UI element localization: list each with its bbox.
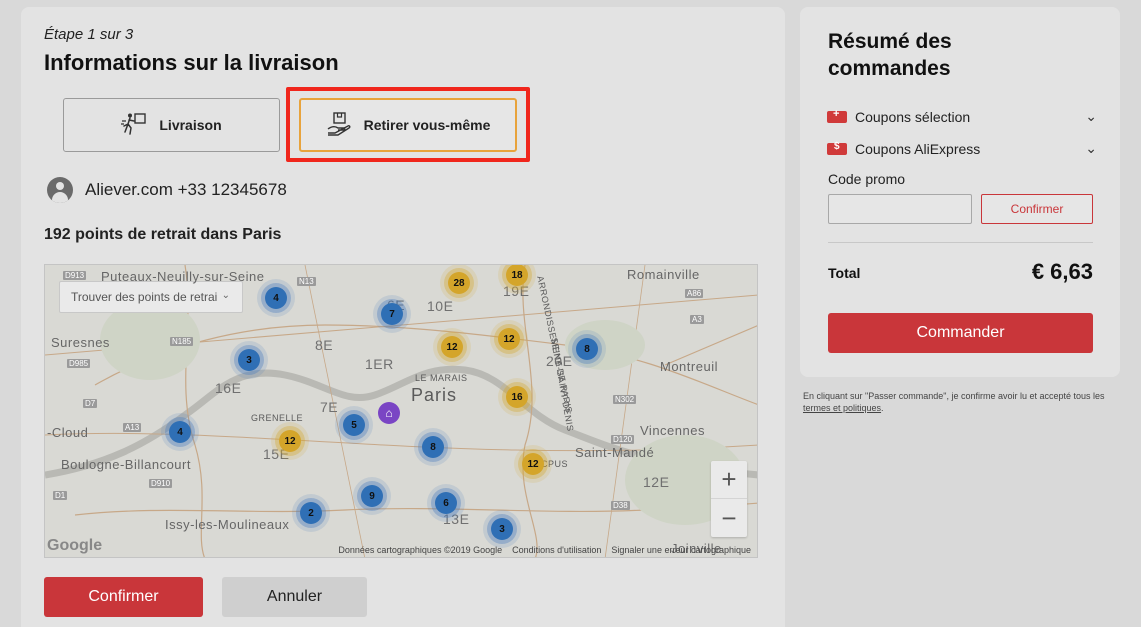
coupon-selection-label: Coupons sélection <box>855 108 971 125</box>
road-badge-a13: A13 <box>123 423 142 432</box>
map-cluster-marker[interactable]: 4 <box>169 421 191 443</box>
map-cluster-marker[interactable]: 7 <box>381 303 403 325</box>
road-badge-d910: D910 <box>149 479 173 488</box>
road-badge-d120: D120 <box>611 435 635 444</box>
coupon-aliexpress-row[interactable]: Coupons AliExpress ⌄ <box>827 140 1097 157</box>
road-badge-n302: N302 <box>613 395 637 404</box>
total-label: Total <box>828 265 861 281</box>
chevron-down-icon: ⌄ <box>1085 108 1097 124</box>
map-label-arr-10: 10E <box>427 298 454 314</box>
summary-title: Résumé des commandes <box>828 30 952 80</box>
map-cluster-marker[interactable]: 12 <box>279 430 301 452</box>
pickup-map[interactable]: Trouver des points de retrai ⌄ Puteaux-N… <box>44 264 758 558</box>
google-logo: Google <box>47 537 103 554</box>
map-cluster-marker[interactable]: 2 <box>300 502 322 524</box>
map-cluster-marker[interactable]: 8 <box>576 338 598 360</box>
map-terms-link[interactable]: Conditions d'utilisation <box>512 545 601 555</box>
pickup-option[interactable]: Retirer vous-même <box>299 98 517 152</box>
summary-divider <box>828 242 1093 243</box>
coupon-selection-row[interactable]: Coupons sélection ⌄ <box>827 108 1097 125</box>
map-search-input[interactable]: Trouver des points de retrai ⌄ <box>59 281 243 313</box>
road-badge-a3: A3 <box>690 315 704 324</box>
map-cluster-marker[interactable]: 4 <box>265 287 287 309</box>
contact-text: Aliever.com +33 12345678 <box>85 180 287 199</box>
map-cluster-marker[interactable]: 12 <box>522 453 544 475</box>
pickup-option-label: Retirer vous-même <box>363 117 491 133</box>
home-location-icon[interactable]: ⌂ <box>378 402 400 424</box>
map-cluster-marker[interactable]: 12 <box>441 336 463 358</box>
pickup-package-icon <box>326 111 352 140</box>
confirm-button[interactable]: Confirmer <box>44 577 203 617</box>
zoom-out-button[interactable]: − <box>711 499 747 537</box>
map-report-link[interactable]: Signaler une erreur cartographique <box>611 545 751 555</box>
total-value: € 6,63 <box>1031 259 1093 284</box>
chevron-down-icon: ⌄ <box>1085 140 1097 156</box>
map-label-vincennes: Vincennes <box>640 423 705 438</box>
map-label-saint-mande: Saint-Mandé <box>575 445 655 460</box>
map-zoom-controls: + − <box>711 461 747 537</box>
map-label-issy: Issy-les-Moulineaux <box>165 517 290 532</box>
delivery-option-label: Livraison <box>159 117 222 133</box>
map-label-arr-1: 1ER <box>365 356 394 372</box>
map-cluster-marker[interactable]: 5 <box>343 414 365 436</box>
map-label-montreuil: Montreuil <box>660 359 718 374</box>
map-label-arr-7: 7E <box>320 399 339 415</box>
road-badge-n13: N13 <box>297 277 316 286</box>
promo-confirm-button[interactable]: Confirmer <box>981 194 1093 224</box>
map-cluster-marker[interactable]: 6 <box>435 492 457 514</box>
map-cluster-marker[interactable]: 3 <box>491 518 513 540</box>
map-cluster-marker[interactable]: 18 <box>506 265 528 286</box>
map-label-paris: Paris <box>411 385 458 405</box>
map-label-puteaux: Puteaux-Neuilly-sur-Seine <box>101 269 265 284</box>
map-cluster-marker[interactable]: 28 <box>448 272 470 294</box>
delivery-option[interactable]: Livraison <box>63 98 280 152</box>
map-label-grenelle: GRENELLE <box>251 413 304 423</box>
road-badge-d7: D7 <box>83 399 98 408</box>
road-badge-d1: D1 <box>53 491 68 500</box>
map-label-le-marais: LE MARAIS <box>415 373 468 383</box>
map-attribution: Données cartographiques ©2019 Google Con… <box>338 545 751 555</box>
legal-end: . <box>881 403 884 413</box>
map-label-romainville: Romainville <box>627 267 700 282</box>
map-label-arr-20: 20E <box>546 353 573 369</box>
map-label-arr-16: 16E <box>215 380 242 396</box>
map-label-arr-8: 8E <box>315 337 334 353</box>
coupon-selection-icon <box>827 108 847 123</box>
promo-code-input[interactable] <box>828 194 972 224</box>
road-badge-a86: A86 <box>685 289 704 298</box>
chevron-down-icon: ⌄ <box>221 290 230 301</box>
coupon-aliexpress-label: Coupons AliExpress <box>855 140 981 157</box>
coupon-aliexpress-icon <box>827 141 847 155</box>
map-search-placeholder: Trouver des points de retrai <box>71 290 218 304</box>
road-badge-n185: N185 <box>170 337 194 346</box>
step-indicator: Étape 1 sur 3 <box>44 26 134 43</box>
promo-code-label: Code promo <box>828 171 906 187</box>
map-label-boulogne: Boulogne-Billancourt <box>61 457 191 472</box>
delivery-runner-icon <box>121 112 147 139</box>
map-label-suresnes: Suresnes <box>51 335 110 350</box>
map-label-cloud: -Cloud <box>47 425 89 440</box>
map-cluster-marker[interactable]: 9 <box>361 485 383 507</box>
map-label-cpus: CPUS <box>541 459 569 469</box>
map-data-credit: Données cartographiques ©2019 Google <box>338 545 503 555</box>
pickup-points-count: 192 points de retrait dans Paris <box>44 226 282 243</box>
map-label-arr-12: 12E <box>643 474 670 490</box>
map-cluster-marker[interactable]: 16 <box>506 386 528 408</box>
avatar <box>47 177 73 203</box>
map-cluster-marker[interactable]: 8 <box>422 436 444 458</box>
order-button[interactable]: Commander <box>828 313 1093 353</box>
legal-notice: En cliquant sur "Passer commande", je co… <box>803 390 1123 414</box>
map-cluster-marker[interactable]: 12 <box>498 328 520 350</box>
cancel-button[interactable]: Annuler <box>222 577 367 617</box>
page-title: Informations sur la livraison <box>44 50 339 75</box>
legal-text: En cliquant sur "Passer commande", je co… <box>803 391 1105 401</box>
road-badge-d985: D985 <box>67 359 91 368</box>
zoom-in-button[interactable]: + <box>711 461 747 499</box>
road-badge-d38: D38 <box>611 501 630 510</box>
contact-row: Aliever.com +33 12345678 <box>47 177 287 203</box>
map-cluster-marker[interactable]: 3 <box>238 349 260 371</box>
road-badge-d913: D913 <box>63 271 87 280</box>
terms-link[interactable]: termes et politiques <box>803 403 881 413</box>
